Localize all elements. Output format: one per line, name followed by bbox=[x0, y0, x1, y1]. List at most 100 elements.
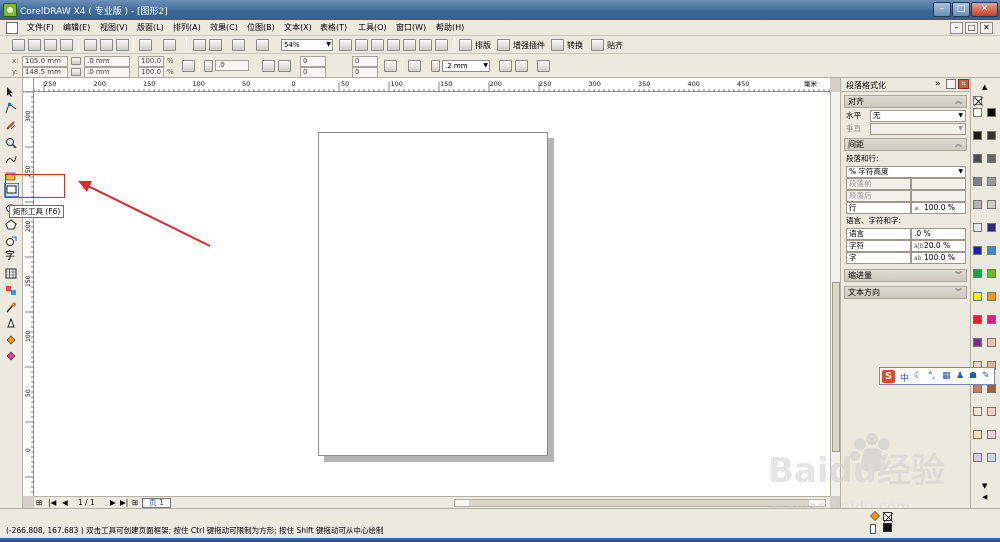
menu-arrange[interactable]: 排列(A) bbox=[173, 22, 201, 33]
maximize-button[interactable]: □ bbox=[952, 2, 970, 17]
last-page-icon[interactable]: ▶| bbox=[120, 498, 128, 507]
document-page[interactable] bbox=[318, 132, 548, 456]
menu-edit[interactable]: 编辑(E) bbox=[63, 22, 90, 33]
zoom-out-icon[interactable] bbox=[371, 39, 384, 51]
color-swatch[interactable] bbox=[987, 223, 996, 232]
previous-page-icon[interactable]: ◀ bbox=[62, 498, 68, 507]
polygon-tool-icon[interactable] bbox=[5, 219, 17, 230]
snap-button[interactable]: 贴齐 bbox=[607, 40, 623, 51]
color-swatch[interactable] bbox=[987, 269, 996, 278]
keyboard-icon[interactable]: ▦ bbox=[942, 371, 951, 381]
width-field[interactable]: .0 mm bbox=[84, 56, 130, 67]
zoom-level-select[interactable]: 54% ▼ bbox=[281, 39, 333, 51]
mirror-horizontal-icon[interactable] bbox=[262, 60, 275, 72]
no-fill-swatch[interactable] bbox=[973, 96, 984, 107]
vertical-scroll-thumb[interactable] bbox=[832, 282, 840, 452]
save-icon[interactable] bbox=[44, 39, 57, 51]
pick-tool-icon[interactable] bbox=[5, 86, 17, 97]
first-page-icon[interactable]: |◀ bbox=[48, 498, 56, 507]
doc-close-button[interactable]: ✕ bbox=[980, 22, 993, 34]
y-position-field[interactable]: 148.5 mm bbox=[22, 67, 68, 78]
color-swatch[interactable] bbox=[973, 154, 982, 163]
vertical-scrollbar[interactable] bbox=[830, 92, 840, 496]
menu-text[interactable]: 文本(X) bbox=[284, 22, 312, 33]
color-swatch[interactable] bbox=[987, 246, 996, 255]
color-swatch[interactable] bbox=[973, 292, 982, 301]
menu-file[interactable]: 文件(F) bbox=[27, 22, 54, 33]
color-swatch[interactable] bbox=[987, 315, 996, 324]
color-swatch[interactable] bbox=[973, 384, 982, 393]
zoom-all-icon[interactable] bbox=[403, 39, 416, 51]
fill-indicator-icon[interactable] bbox=[870, 511, 880, 521]
settings-wrench-icon[interactable]: ✎ bbox=[982, 371, 990, 381]
add-page-icon[interactable]: ⊞ bbox=[36, 498, 42, 507]
color-swatch[interactable] bbox=[987, 292, 996, 301]
skin-icon[interactable]: ☗ bbox=[969, 371, 977, 381]
color-swatch[interactable] bbox=[973, 200, 982, 209]
color-swatch[interactable] bbox=[987, 154, 996, 163]
ime-chinese-mode[interactable]: 中 bbox=[900, 371, 909, 384]
vertical-align-select[interactable]: ▼ bbox=[870, 123, 966, 135]
basic-shapes-tool-icon[interactable] bbox=[5, 236, 17, 247]
zoom-in-icon[interactable] bbox=[355, 39, 368, 51]
outline-indicator-icon[interactable] bbox=[870, 524, 876, 534]
half-width-icon[interactable]: ☾ bbox=[914, 371, 922, 381]
corner-top-right-field[interactable]: 0 bbox=[352, 56, 378, 67]
copy-icon[interactable] bbox=[100, 39, 113, 51]
close-button[interactable]: ✕ bbox=[971, 2, 998, 17]
x-position-field[interactable]: 105.0 mm bbox=[22, 56, 68, 67]
char-spacing-field[interactable]: a|b 20.0 % bbox=[911, 240, 966, 252]
zoom-selected-icon[interactable] bbox=[387, 39, 400, 51]
round-corners-lock-icon[interactable] bbox=[384, 60, 397, 72]
spacing-section-header[interactable]: 间距 ︽ bbox=[844, 138, 967, 151]
color-swatch[interactable] bbox=[973, 131, 982, 140]
welcome-screen-icon[interactable] bbox=[256, 39, 269, 51]
color-swatch[interactable] bbox=[987, 384, 996, 393]
color-swatch[interactable] bbox=[987, 200, 996, 209]
doc-minimize-button[interactable]: – bbox=[950, 22, 963, 34]
fill-color-swatch[interactable] bbox=[883, 512, 894, 523]
convert-to-curves-icon[interactable] bbox=[537, 60, 550, 72]
docker-expand-icon[interactable]: » bbox=[935, 79, 941, 89]
color-swatch[interactable] bbox=[973, 453, 982, 462]
corner-bottom-left-field[interactable]: 0 bbox=[300, 67, 326, 78]
zoom-width-icon[interactable] bbox=[435, 39, 448, 51]
color-swatch[interactable] bbox=[973, 269, 982, 278]
outline-width-select[interactable]: .2 mm ▼ bbox=[442, 60, 490, 72]
paste-icon[interactable] bbox=[116, 39, 129, 51]
next-page-icon[interactable]: ▶ bbox=[110, 498, 116, 507]
export-icon[interactable] bbox=[209, 39, 222, 51]
freehand-tool-icon[interactable] bbox=[5, 154, 17, 165]
language-spacing-field[interactable]: .0 % bbox=[911, 228, 966, 240]
new-document-icon[interactable] bbox=[12, 39, 25, 51]
color-swatch[interactable] bbox=[973, 407, 982, 416]
print-icon[interactable] bbox=[60, 39, 73, 51]
color-swatch[interactable] bbox=[973, 338, 982, 347]
indent-section-header[interactable]: 缩进量 ︾ bbox=[844, 269, 967, 282]
corner-bottom-right-field[interactable]: 0 bbox=[352, 67, 378, 78]
text-direction-section-header[interactable]: 文本方向 ︾ bbox=[844, 286, 967, 299]
color-swatch[interactable] bbox=[987, 407, 996, 416]
color-swatch[interactable] bbox=[973, 246, 982, 255]
palette-expand-icon[interactable]: ◀ bbox=[982, 493, 987, 501]
user-icon[interactable]: ♟ bbox=[956, 371, 964, 381]
menu-tools[interactable]: 工具(O) bbox=[358, 22, 387, 33]
color-swatch[interactable] bbox=[973, 177, 982, 186]
corner-top-left-field[interactable]: 0 bbox=[300, 56, 326, 67]
table-tool-icon[interactable] bbox=[5, 268, 17, 279]
convert-icon[interactable] bbox=[551, 39, 564, 51]
horizontal-ruler[interactable]: 250 200 150 100 50 0 50 100 150 200 250 300 350 400 45… bbox=[33, 78, 830, 92]
interactive-blend-tool-icon[interactable] bbox=[5, 285, 17, 296]
color-swatch[interactable] bbox=[973, 223, 982, 232]
docker-minimize-icon[interactable] bbox=[946, 79, 956, 89]
menu-effects[interactable]: 效果(C) bbox=[210, 22, 238, 33]
fill-tool-icon[interactable] bbox=[5, 334, 17, 345]
zoom-page-icon[interactable] bbox=[419, 39, 432, 51]
lock-ratio-icon[interactable] bbox=[182, 60, 195, 72]
redo-icon[interactable] bbox=[163, 39, 176, 51]
rotation-field[interactable]: .0 bbox=[215, 60, 249, 71]
minimize-button[interactable]: – bbox=[933, 2, 951, 17]
wrap-text-icon[interactable] bbox=[408, 60, 421, 72]
word-spacing-field[interactable]: ab 100.0 % bbox=[911, 252, 966, 264]
zoom-tool-icon[interactable] bbox=[5, 137, 17, 148]
